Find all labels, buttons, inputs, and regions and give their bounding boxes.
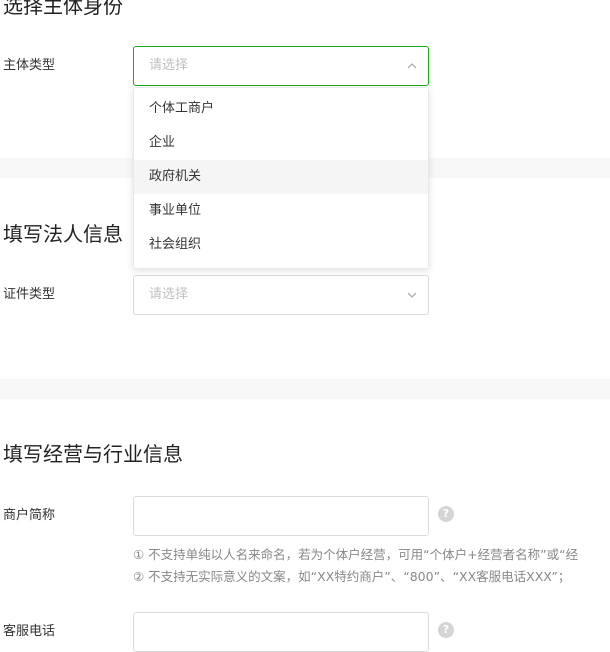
subject-type-placeholder: 请选择 [149,58,189,73]
subject-type-select[interactable]: 请选择 [133,46,429,86]
dropdown-option-individual[interactable]: 个体工商户 [134,92,428,126]
id-type-placeholder: 请选择 [149,287,189,302]
merchant-name-note-2: ② 不支持无实际意义的文案，如“XX特约商户”、“800”、“XX客服电话XXX… [133,569,571,584]
subject-type-dropdown: 个体工商户 企业 政府机关 事业单位 社会组织 [133,87,429,269]
service-phone-label: 客服电话 [3,624,56,639]
help-icon[interactable]: ? [438,622,454,638]
help-icon[interactable]: ? [438,506,454,522]
section-divider [0,379,610,399]
section-title-legal: 填写法人信息 [3,222,123,246]
merchant-name-input[interactable] [133,496,429,536]
merchant-name-note-1: ① 不支持单纯以人名来命名，若为个体户经营，可用“个体户+经营者名称”或“经 [133,547,579,562]
dropdown-option-government[interactable]: 政府机关 [134,160,428,194]
merchant-name-label: 商户简称 [3,508,56,523]
section-title-subject: 选择主体身份 [3,0,123,18]
dropdown-option-institution[interactable]: 事业单位 [134,194,428,228]
subject-type-label: 主体类型 [3,58,56,73]
dropdown-option-enterprise[interactable]: 企业 [134,126,428,160]
chevron-down-icon [407,292,417,298]
id-type-label: 证件类型 [3,287,56,302]
service-phone-input[interactable] [133,612,429,652]
section-title-business: 填写经营与行业信息 [3,442,183,466]
dropdown-option-social-org[interactable]: 社会组织 [134,228,428,262]
chevron-up-icon [407,63,417,69]
id-type-select[interactable]: 请选择 [133,275,429,315]
